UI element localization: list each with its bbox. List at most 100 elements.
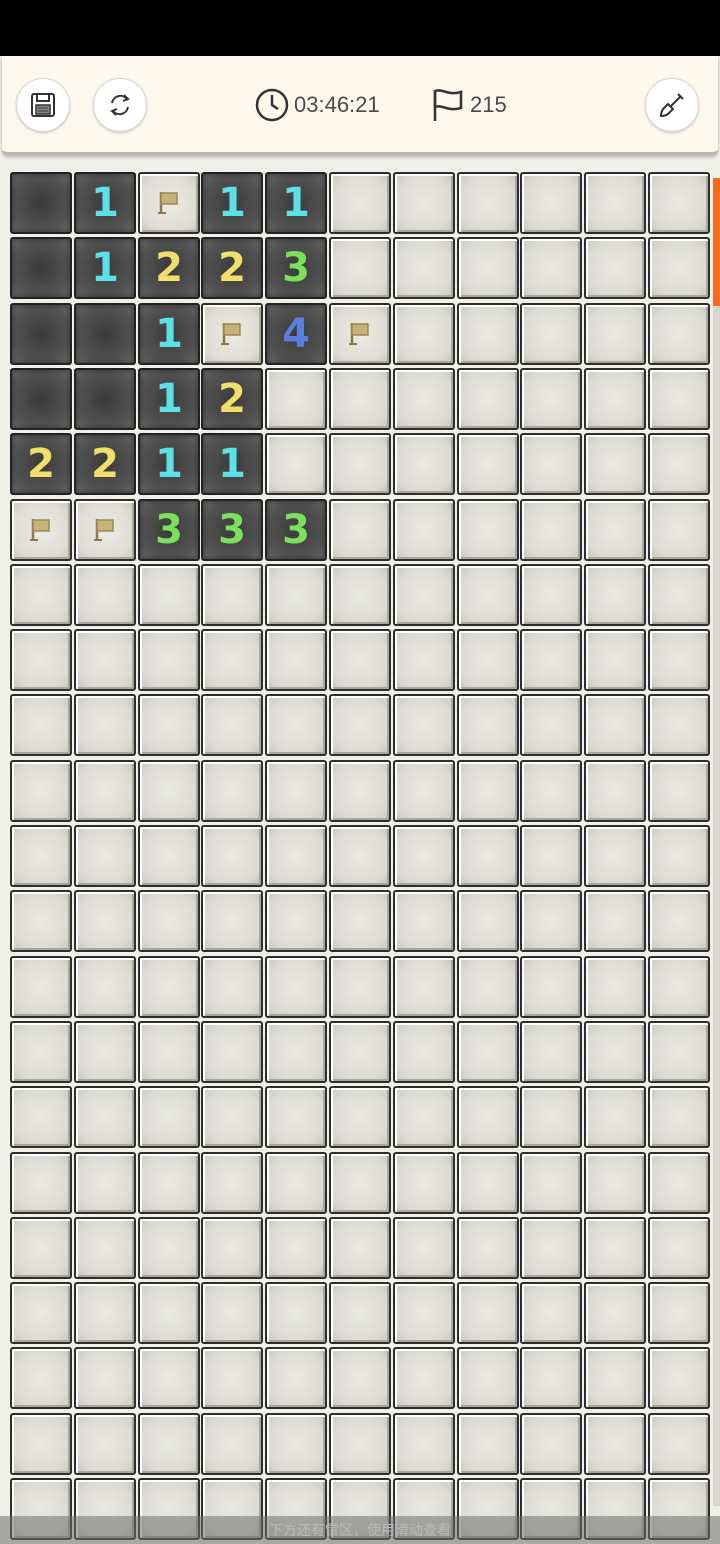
hidden-cell[interactable] xyxy=(393,433,455,495)
hidden-cell[interactable] xyxy=(584,760,646,822)
hidden-cell[interactable] xyxy=(138,1282,200,1344)
hidden-cell[interactable] xyxy=(138,1347,200,1409)
hidden-cell[interactable] xyxy=(265,433,327,495)
hidden-cell[interactable] xyxy=(584,499,646,561)
hidden-cell[interactable] xyxy=(138,629,200,691)
flagged-cell[interactable] xyxy=(138,172,200,234)
hidden-cell[interactable] xyxy=(584,1282,646,1344)
hidden-cell[interactable] xyxy=(329,1217,391,1279)
hidden-cell[interactable] xyxy=(74,760,136,822)
hidden-cell[interactable] xyxy=(265,1217,327,1279)
hidden-cell[interactable] xyxy=(74,890,136,952)
hidden-cell[interactable] xyxy=(520,1282,582,1344)
hidden-cell[interactable] xyxy=(393,1413,455,1475)
hidden-cell[interactable] xyxy=(201,629,263,691)
dig-mode-button[interactable] xyxy=(645,78,699,132)
revealed-number-cell[interactable]: 1 xyxy=(265,172,327,234)
hidden-cell[interactable] xyxy=(648,564,710,626)
hidden-cell[interactable] xyxy=(584,564,646,626)
hidden-cell[interactable] xyxy=(329,1152,391,1214)
hidden-cell[interactable] xyxy=(10,1021,72,1083)
hidden-cell[interactable] xyxy=(584,694,646,756)
hidden-cell[interactable] xyxy=(520,1217,582,1279)
hidden-cell[interactable] xyxy=(10,694,72,756)
hidden-cell[interactable] xyxy=(393,890,455,952)
hidden-cell[interactable] xyxy=(457,303,519,365)
hidden-cell[interactable] xyxy=(10,825,72,887)
hidden-cell[interactable] xyxy=(584,368,646,430)
hidden-cell[interactable] xyxy=(393,694,455,756)
hidden-cell[interactable] xyxy=(201,1021,263,1083)
hidden-cell[interactable] xyxy=(329,433,391,495)
hidden-cell[interactable] xyxy=(138,1086,200,1148)
hidden-cell[interactable] xyxy=(10,956,72,1018)
hidden-cell[interactable] xyxy=(329,890,391,952)
hidden-cell[interactable] xyxy=(520,1413,582,1475)
hidden-cell[interactable] xyxy=(10,1152,72,1214)
hidden-cell[interactable] xyxy=(393,760,455,822)
hidden-cell[interactable] xyxy=(74,956,136,1018)
hidden-cell[interactable] xyxy=(201,825,263,887)
hidden-cell[interactable] xyxy=(648,368,710,430)
hidden-cell[interactable] xyxy=(265,956,327,1018)
hidden-cell[interactable] xyxy=(74,1152,136,1214)
hidden-cell[interactable] xyxy=(74,825,136,887)
hidden-cell[interactable] xyxy=(10,629,72,691)
hidden-cell[interactable] xyxy=(520,303,582,365)
hidden-cell[interactable] xyxy=(393,825,455,887)
hidden-cell[interactable] xyxy=(457,629,519,691)
hidden-cell[interactable] xyxy=(584,1347,646,1409)
hidden-cell[interactable] xyxy=(393,1086,455,1148)
hidden-cell[interactable] xyxy=(457,564,519,626)
hidden-cell[interactable] xyxy=(457,1021,519,1083)
hidden-cell[interactable] xyxy=(520,629,582,691)
hidden-cell[interactable] xyxy=(648,956,710,1018)
hidden-cell[interactable] xyxy=(393,1217,455,1279)
revealed-number-cell[interactable]: 4 xyxy=(265,303,327,365)
hidden-cell[interactable] xyxy=(520,1152,582,1214)
hidden-cell[interactable] xyxy=(457,1413,519,1475)
hidden-cell[interactable] xyxy=(329,172,391,234)
hidden-cell[interactable] xyxy=(201,760,263,822)
hidden-cell[interactable] xyxy=(520,1086,582,1148)
hidden-cell[interactable] xyxy=(74,1086,136,1148)
revealed-number-cell[interactable]: 2 xyxy=(74,433,136,495)
hidden-cell[interactable] xyxy=(329,1021,391,1083)
hidden-cell[interactable] xyxy=(520,564,582,626)
revealed-number-cell[interactable]: 3 xyxy=(138,499,200,561)
hidden-cell[interactable] xyxy=(457,1217,519,1279)
hidden-cell[interactable] xyxy=(584,956,646,1018)
hidden-cell[interactable] xyxy=(648,1282,710,1344)
hidden-cell[interactable] xyxy=(457,237,519,299)
hidden-cell[interactable] xyxy=(457,825,519,887)
hidden-cell[interactable] xyxy=(138,694,200,756)
hidden-cell[interactable] xyxy=(393,1347,455,1409)
hidden-cell[interactable] xyxy=(138,1217,200,1279)
hidden-cell[interactable] xyxy=(393,237,455,299)
hidden-cell[interactable] xyxy=(520,890,582,952)
hidden-cell[interactable] xyxy=(329,1413,391,1475)
revealed-number-cell[interactable]: 3 xyxy=(265,237,327,299)
hidden-cell[interactable] xyxy=(584,1152,646,1214)
hidden-cell[interactable] xyxy=(520,172,582,234)
hidden-cell[interactable] xyxy=(265,1021,327,1083)
hidden-cell[interactable] xyxy=(265,825,327,887)
revealed-number-cell[interactable]: 1 xyxy=(138,368,200,430)
hidden-cell[interactable] xyxy=(265,368,327,430)
hidden-cell[interactable] xyxy=(10,890,72,952)
hidden-cell[interactable] xyxy=(457,694,519,756)
revealed-empty-cell[interactable] xyxy=(10,172,72,234)
revealed-number-cell[interactable]: 2 xyxy=(138,237,200,299)
hidden-cell[interactable] xyxy=(265,1413,327,1475)
hidden-cell[interactable] xyxy=(265,760,327,822)
revealed-number-cell[interactable]: 2 xyxy=(201,237,263,299)
hidden-cell[interactable] xyxy=(457,890,519,952)
hidden-cell[interactable] xyxy=(648,303,710,365)
hidden-cell[interactable] xyxy=(393,368,455,430)
hidden-cell[interactable] xyxy=(457,760,519,822)
hidden-cell[interactable] xyxy=(648,1413,710,1475)
hidden-cell[interactable] xyxy=(201,890,263,952)
revealed-empty-cell[interactable] xyxy=(74,303,136,365)
hidden-cell[interactable] xyxy=(457,1152,519,1214)
hidden-cell[interactable] xyxy=(10,564,72,626)
